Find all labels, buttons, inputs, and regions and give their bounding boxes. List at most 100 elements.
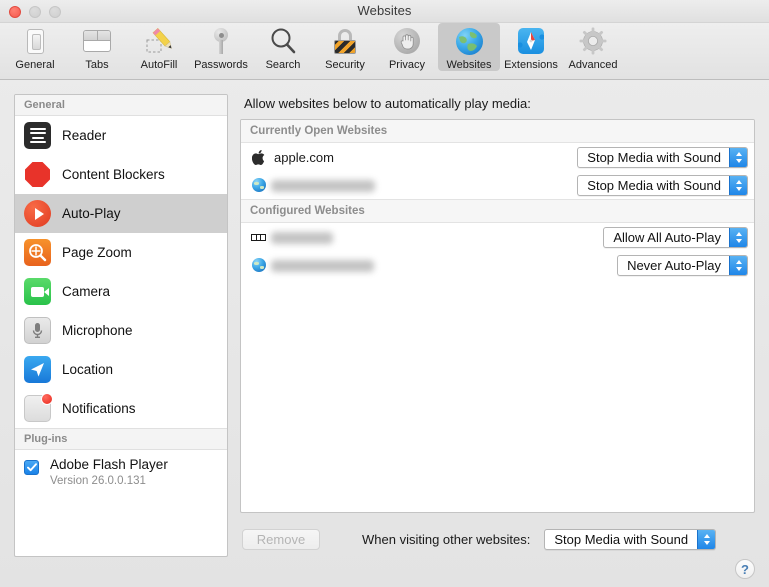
globe-icon [251, 178, 266, 193]
sidebar-item-label: Microphone [62, 323, 133, 338]
toolbar-label: Websites [446, 59, 491, 71]
preferences-window: Websites General Tabs [0, 0, 769, 587]
table-row[interactable]: bbc.co.uk Allow All Auto-Play [241, 223, 754, 251]
globe-icon [251, 258, 266, 273]
dropdown-value: Stop Media with Sound [545, 530, 697, 549]
magnifier-icon [266, 26, 300, 56]
toolbar-item-passwords[interactable]: Passwords [190, 23, 252, 71]
autofill-icon [142, 26, 176, 56]
panel-bottom-bar: Remove When visiting other websites: Sto… [240, 513, 755, 557]
toolbar-label: Advanced [569, 59, 618, 71]
window-title: Websites [0, 3, 769, 18]
toolbar-label: Privacy [389, 59, 425, 71]
dropdown-value: Stop Media with Sound [578, 148, 729, 167]
sidebar-item-microphone[interactable]: Microphone [15, 311, 227, 350]
preferences-content: General Reader Content Blockers Auto-Pla… [0, 80, 769, 557]
sidebar-item-auto-play[interactable]: Auto-Play [15, 194, 227, 233]
sidebar-item-camera[interactable]: Camera [15, 272, 227, 311]
title-bar: Websites [0, 0, 769, 23]
sidebar-item-content-blockers[interactable]: Content Blockers [15, 155, 227, 194]
toolbar-label: AutoFill [141, 59, 178, 71]
help-button[interactable]: ? [735, 559, 755, 579]
sidebar-item-reader[interactable]: Reader [15, 116, 227, 155]
other-websites-label: When visiting other websites: [362, 532, 530, 547]
site-name: bbc.co.uk [274, 230, 330, 245]
auto-play-setting-dropdown[interactable]: Never Auto-Play [617, 255, 748, 276]
group-header-configured: Configured Websites [241, 199, 754, 223]
toolbar-item-extensions[interactable]: Extensions [500, 23, 562, 71]
chevron-updown-icon[interactable] [729, 148, 747, 167]
extensions-icon [514, 26, 548, 56]
toolbar-item-general[interactable]: General [4, 23, 66, 71]
auto-play-panel: Allow websites below to automatically pl… [240, 94, 755, 557]
dropdown-value: Stop Media with Sound [578, 176, 729, 195]
reader-icon [24, 122, 51, 149]
sidebar-item-label: Location [62, 362, 113, 377]
chevron-updown-icon[interactable] [697, 530, 715, 549]
microphone-icon [24, 317, 51, 344]
sidebar-section-header-general: General [15, 95, 227, 116]
zoom-in-icon [24, 239, 51, 266]
stop-sign-icon [24, 161, 51, 188]
toolbar-label: General [15, 59, 54, 71]
window-footer: ? [0, 557, 769, 587]
chevron-updown-icon[interactable] [729, 228, 747, 247]
plugin-name: Adobe Flash Player [50, 457, 168, 474]
dropdown-value: Allow All Auto-Play [604, 228, 729, 247]
site-name: apple.com [274, 150, 334, 165]
table-row[interactable]: theguardian.com Never Auto-Play [241, 251, 754, 279]
group-header-currently-open: Currently Open Websites [241, 120, 754, 143]
auto-play-setting-dropdown[interactable]: Stop Media with Sound [577, 175, 748, 196]
toolbar-label: Extensions [504, 59, 558, 71]
remove-button[interactable]: Remove [242, 529, 320, 550]
toolbar-label: Passwords [194, 59, 248, 71]
toolbar-item-tabs[interactable]: Tabs [66, 23, 128, 71]
gear-icon [576, 26, 610, 56]
sidebar-item-notifications[interactable]: Notifications [15, 389, 227, 428]
notifications-icon [24, 395, 51, 422]
sidebar-item-label: Notifications [62, 401, 136, 416]
toolbar-item-search[interactable]: Search [252, 23, 314, 71]
toolbar-item-autofill[interactable]: AutoFill [128, 23, 190, 71]
auto-play-setting-dropdown[interactable]: Allow All Auto-Play [603, 227, 748, 248]
chevron-updown-icon[interactable] [729, 176, 747, 195]
apple-logo-icon [251, 150, 266, 165]
toolbar-item-privacy[interactable]: Privacy [376, 23, 438, 71]
websites-list[interactable]: Currently Open Websites apple.com Stop M… [240, 119, 755, 513]
table-row[interactable]: apple.com Stop Media with Sound [241, 143, 754, 171]
dropdown-value: Never Auto-Play [618, 256, 729, 275]
sidebar-item-label: Page Zoom [62, 245, 132, 260]
table-row[interactable]: www.google.com Stop Media with Sound [241, 171, 754, 199]
camera-icon [24, 278, 51, 305]
toolbar-label: Search [266, 59, 301, 71]
sidebar-item-page-zoom[interactable]: Page Zoom [15, 233, 227, 272]
general-icon [18, 26, 52, 56]
sidebar-item-label: Auto-Play [62, 206, 121, 221]
sidebar-item-label: Content Blockers [62, 167, 165, 182]
play-circle-icon [24, 200, 51, 227]
sidebar-item-location[interactable]: Location [15, 350, 227, 389]
site-name: theguardian.com [274, 258, 371, 273]
websites-sidebar[interactable]: General Reader Content Blockers Auto-Pla… [14, 94, 228, 557]
location-arrow-icon [24, 356, 51, 383]
other-websites-dropdown[interactable]: Stop Media with Sound [544, 529, 716, 550]
toolbar-item-security[interactable]: Security [314, 23, 376, 71]
tabs-icon [80, 26, 114, 56]
preferences-toolbar: General Tabs AutoFill [0, 23, 769, 80]
toolbar-item-websites[interactable]: Websites [438, 23, 500, 71]
panel-description: Allow websites below to automatically pl… [240, 94, 755, 119]
toolbar-item-advanced[interactable]: Advanced [562, 23, 624, 71]
toolbar-label: Security [325, 59, 365, 71]
lock-icon [328, 26, 362, 56]
chevron-updown-icon[interactable] [729, 256, 747, 275]
plugin-checkbox[interactable] [24, 460, 39, 475]
key-icon [204, 26, 238, 56]
sidebar-item-label: Reader [62, 128, 106, 143]
globe-icon [452, 26, 486, 56]
bbc-icon [251, 230, 266, 245]
auto-play-setting-dropdown[interactable]: Stop Media with Sound [577, 147, 748, 168]
plugin-item-adobe-flash-player[interactable]: Adobe Flash Player Version 26.0.0.131 [15, 450, 227, 494]
plugin-version: Version 26.0.0.131 [50, 475, 168, 487]
toolbar-label: Tabs [85, 59, 108, 71]
sidebar-item-label: Camera [62, 284, 110, 299]
